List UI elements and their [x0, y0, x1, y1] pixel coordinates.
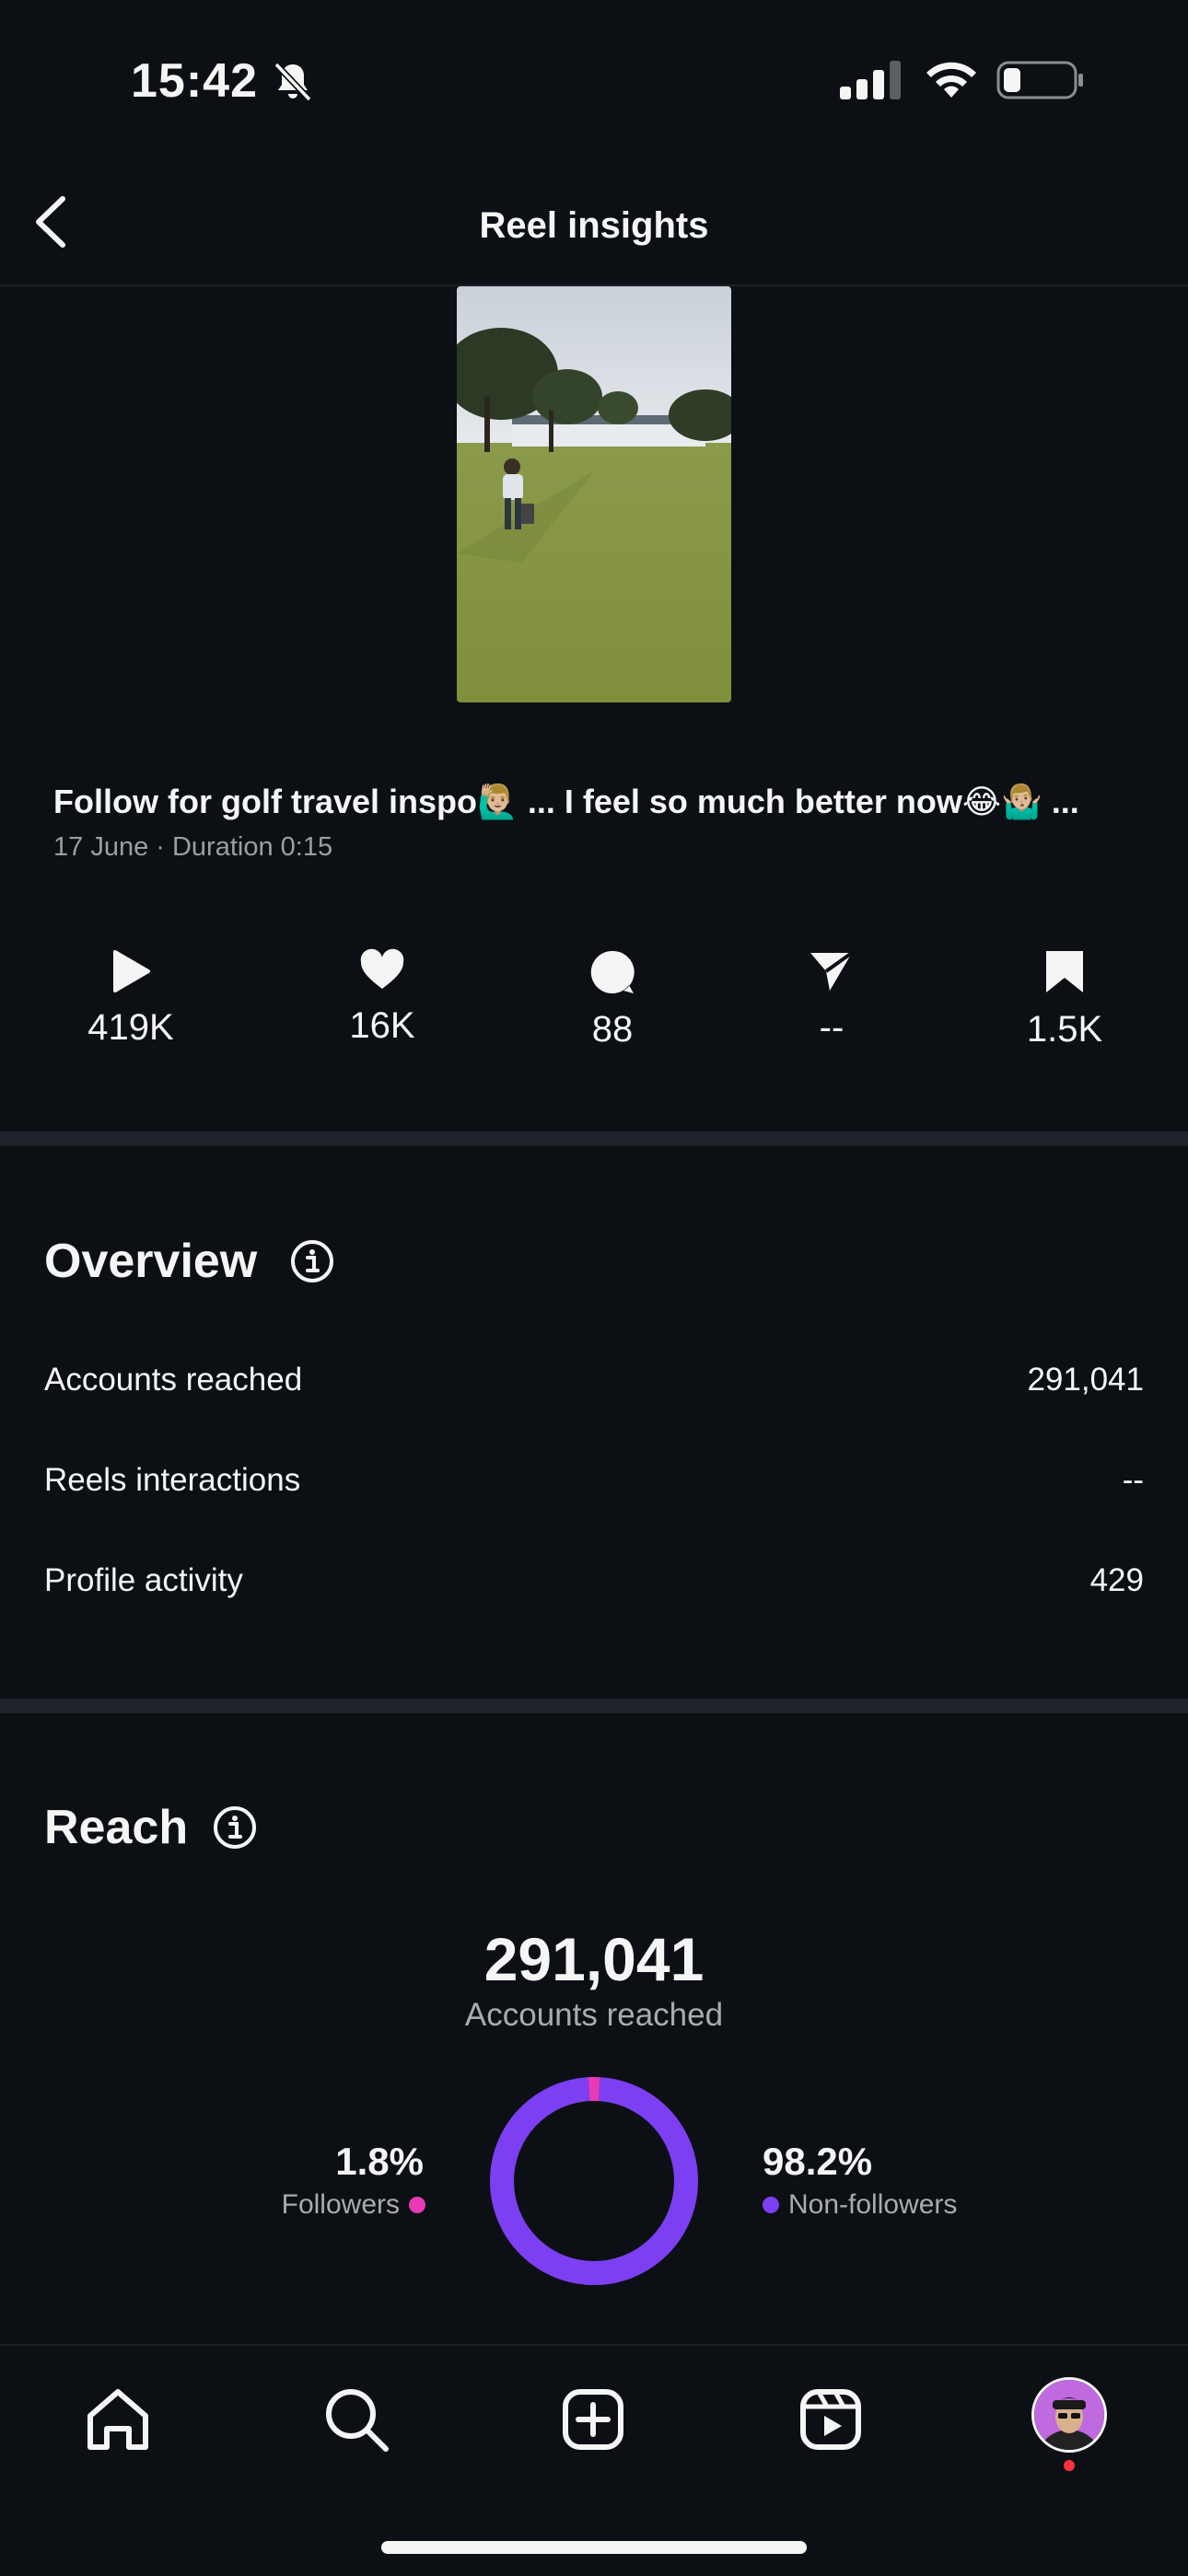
non-followers-dot [763, 2197, 779, 2213]
nav-create[interactable] [556, 2383, 630, 2456]
overview-row-value: -- [1122, 1462, 1144, 1498]
share-icon [810, 951, 854, 991]
stat-likes: 16K [299, 948, 465, 1050]
home-icon [87, 2389, 148, 2450]
home-indicator [381, 2541, 807, 2554]
stat-value: 16K [349, 1005, 415, 1046]
comment-icon [590, 950, 635, 993]
followers-label: Followers [281, 2189, 400, 2220]
bell-off-icon [271, 59, 315, 103]
stat-value: 419K [87, 1007, 174, 1048]
nav-home[interactable] [81, 2383, 155, 2456]
reach-donut-chart [488, 2075, 700, 2287]
status-time: 15:42 [131, 54, 258, 108]
stat-saves: 1.5K [982, 948, 1147, 1053]
notification-dot [1064, 2460, 1075, 2471]
non-followers-percent: 98.2% [763, 2140, 873, 2183]
overview-row-label[interactable]: Accounts reached [44, 1357, 302, 1403]
page-title: Reel insights [479, 205, 709, 246]
overview-row-value: 291,041 [1027, 1362, 1144, 1398]
followers-percent: 1.8% [335, 2140, 424, 2183]
create-icon [563, 2389, 623, 2450]
reach-total: 291,041 [483, 1925, 705, 1993]
reel-caption[interactable]: Follow for golf travel inspo🙋🏼‍♂️ ... I … [53, 776, 1149, 828]
stat-value: 88 [591, 1009, 634, 1050]
heart-icon [360, 948, 404, 989]
reach-title: Reach [44, 1801, 189, 1854]
non-followers-label: Non-followers [788, 2189, 958, 2220]
play-icon [113, 950, 150, 992]
stat-value: 1.5K [1026, 1009, 1103, 1050]
donut-segment-non-followers [490, 2077, 698, 2285]
overview-title: Overview [44, 1235, 258, 1288]
reels-icon [800, 2389, 861, 2450]
stat-comments: 88 [530, 948, 695, 1053]
nav-reels[interactable] [794, 2383, 868, 2456]
followers-dot [409, 2197, 425, 2213]
nav-search[interactable] [320, 2383, 393, 2456]
non-followers-legend: Non-followers [763, 2186, 957, 2224]
overview-row-label[interactable]: Profile activity [44, 1558, 243, 1604]
signal-icon [840, 61, 903, 99]
section-divider [0, 1699, 1188, 1713]
followers-legend: Followers [282, 2186, 425, 2224]
section-divider [0, 1131, 1188, 1146]
overview-row-label[interactable]: Reels interactions [44, 1457, 300, 1503]
wifi-icon [923, 57, 980, 99]
battery-icon [996, 59, 1085, 101]
overview-row-value: 429 [1089, 1562, 1144, 1598]
info-icon[interactable] [289, 1238, 335, 1284]
stat-plays: 419K [48, 948, 214, 1051]
reel-meta: 17 June · Duration 0:15 [53, 832, 333, 862]
stat-value: -- [819, 1007, 844, 1048]
search-icon [326, 2389, 389, 2452]
info-icon[interactable] [212, 1804, 258, 1851]
profile-avatar[interactable] [1031, 2377, 1107, 2453]
reel-thumbnail[interactable] [457, 286, 731, 702]
reach-total-label: Accounts reached [464, 1997, 724, 2033]
stat-shares: -- [749, 948, 914, 1051]
bookmark-icon [1046, 951, 1083, 992]
